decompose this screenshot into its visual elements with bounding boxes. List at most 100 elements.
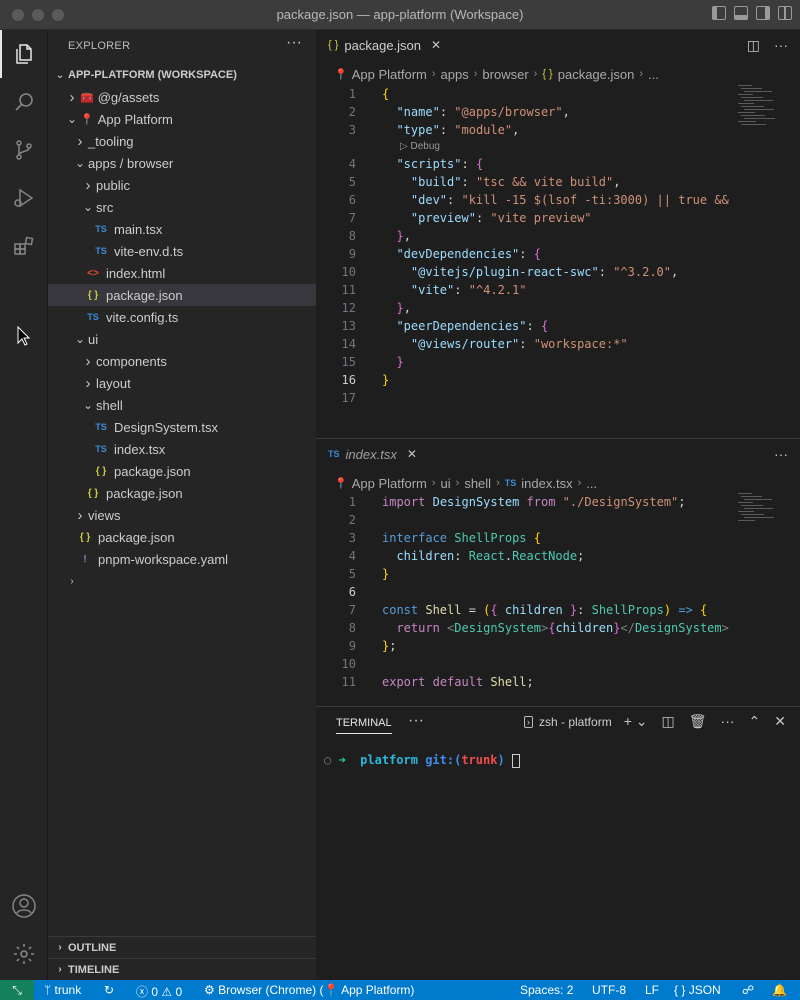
tab-index-tsx[interactable]: TS index.tsx ✕ <box>316 439 429 469</box>
extensions-icon[interactable] <box>0 222 48 270</box>
more-actions-icon[interactable]: ··· <box>774 37 788 54</box>
tree-item[interactable]: <> index.html <box>48 262 316 284</box>
close-panel-icon[interactable]: ✕ <box>774 713 786 730</box>
code-line[interactable]: 1 import DesignSystem from "./DesignSyste… <box>316 493 800 511</box>
workspace-header[interactable]: ⌄ APP-PLATFORM (WORKSPACE) <box>48 64 316 86</box>
code-line[interactable]: 2 <box>316 511 800 529</box>
indentation-status[interactable]: Spaces: 2 <box>520 983 573 997</box>
tree-item[interactable]: › views <box>48 504 316 526</box>
timeline-section[interactable]: › TIMELINE <box>48 958 316 980</box>
code-line[interactable]: 4 children: React.ReactNode; <box>316 547 800 565</box>
code-line[interactable]: 4 "scripts": { <box>316 155 800 173</box>
breadcrumb-item[interactable]: index.tsx <box>521 476 572 491</box>
breadcrumb-item[interactable]: App Platform <box>352 476 427 491</box>
code-line[interactable]: 3 interface ShellProps { <box>316 529 800 547</box>
breadcrumb-item[interactable]: ... <box>586 476 597 491</box>
tree-item[interactable]: TS main.tsx <box>48 218 316 240</box>
tree-item[interactable]: { } package.json <box>48 526 316 548</box>
code-line[interactable]: 11 export default Shell; <box>316 673 800 691</box>
close-tab-icon[interactable]: ✕ <box>431 38 441 52</box>
tree-item[interactable]: ⌄ 📍 App Platform <box>48 108 316 130</box>
tree-item[interactable]: › public <box>48 174 316 196</box>
branch-status[interactable]: ᛘ trunk <box>44 983 81 997</box>
tree-item[interactable]: › 🧰 @g/assets <box>48 86 316 108</box>
debug-status[interactable]: ⚙ Browser (Chrome) (📍 App Platform) <box>204 983 414 997</box>
notifications-bell-icon[interactable]: 🔔 <box>772 983 787 997</box>
more-actions-icon[interactable]: ··· <box>774 446 788 462</box>
code-line[interactable]: 13 "peerDependencies": { <box>316 317 800 335</box>
code-line[interactable]: 9}; <box>316 637 800 655</box>
debug-codelens[interactable]: ▷ Debug <box>400 139 440 155</box>
tree-item[interactable]: TS index.tsx <box>48 438 316 460</box>
code-line[interactable]: 8 return <DesignSystem>{children}</Desig… <box>316 619 800 637</box>
code-line[interactable]: 10 <box>316 655 800 673</box>
breadcrumb-item[interactable]: App Platform <box>352 67 427 82</box>
code-line[interactable]: 9 "devDependencies": { <box>316 245 800 263</box>
close-tab-icon[interactable]: ✕ <box>407 447 417 461</box>
code-editor-top[interactable]: 1{2 "name": "@apps/browser", 3 "type": "m… <box>316 85 800 435</box>
split-editor-icon[interactable]: ◫ <box>747 37 760 54</box>
tree-item[interactable]: { } package.json <box>48 460 316 482</box>
code-line[interactable]: 10 "@vitejs/plugin-react-swc": "^3.2.0", <box>316 263 800 281</box>
tree-item[interactable]: TS DesignSystem.tsx <box>48 416 316 438</box>
customize-layout-icon[interactable] <box>778 6 792 20</box>
split-terminal-icon[interactable]: ◫ <box>662 713 675 730</box>
code-line[interactable]: 16} <box>316 371 800 389</box>
new-terminal-icon[interactable]: + ⌄ <box>624 713 648 730</box>
encoding-status[interactable]: UTF-8 <box>592 983 626 997</box>
tree-item[interactable]: ⌄ apps / browser <box>48 152 316 174</box>
code-editor-bottom[interactable]: 1 import DesignSystem from "./DesignSyste… <box>316 493 800 703</box>
code-line[interactable]: 2 "name": "@apps/browser", <box>316 103 800 121</box>
code-line[interactable]: 1{ <box>316 85 800 103</box>
code-line[interactable]: 15 } <box>316 353 800 371</box>
feedback-icon[interactable]: ☍ <box>742 983 754 997</box>
code-line[interactable]: 8 }, <box>316 227 800 245</box>
terminal-shell-selector[interactable]: › zsh - platform <box>524 715 612 729</box>
tree-item[interactable]: ⌄ shell <box>48 394 316 416</box>
tree-item[interactable]: › components <box>48 350 316 372</box>
terminal-prompt[interactable]: ○ ➜ platform git:(trunk) <box>324 753 520 768</box>
tree-item[interactable]: ⌄ ui <box>48 328 316 350</box>
sync-icon[interactable]: ↻ <box>104 983 114 997</box>
breadcrumb-item[interactable]: ui <box>441 476 451 491</box>
tree-item[interactable]: { } package.json <box>48 482 316 504</box>
code-line[interactable]: 7 "preview": "vite preview" <box>316 209 800 227</box>
breadcrumb-item[interactable]: apps <box>441 67 469 82</box>
code-line[interactable]: 14 "@views/router": "workspace:*" <box>316 335 800 353</box>
toggle-panel-icon[interactable] <box>734 6 748 20</box>
tree-item[interactable]: ! pnpm-workspace.yaml <box>48 548 316 570</box>
breadcrumb-item[interactable]: shell <box>464 476 491 491</box>
code-line[interactable]: 17 <box>316 389 800 407</box>
panel-more-icon[interactable]: ··· <box>408 712 424 730</box>
problems-status[interactable]: ⓧ 0 ⚠ 0 <box>136 983 182 1000</box>
language-status[interactable]: { } JSON <box>674 983 721 997</box>
tree-item[interactable]: { } package.json <box>48 284 316 306</box>
outline-section[interactable]: › OUTLINE <box>48 936 316 958</box>
code-line[interactable]: 5} <box>316 565 800 583</box>
minimap[interactable] <box>738 493 800 523</box>
tree-item[interactable]: TS vite.config.ts <box>48 306 316 328</box>
code-line[interactable]: 6 "dev": "kill -15 $(lsof -ti:3000) || t… <box>316 191 800 209</box>
toggle-primary-sidebar-icon[interactable] <box>712 6 726 20</box>
breadcrumb-item[interactable]: browser <box>482 67 528 82</box>
accounts-icon[interactable] <box>0 882 48 930</box>
tab-package-json[interactable]: { } package.json ✕ <box>316 30 453 60</box>
tree-item[interactable]: › layout <box>48 372 316 394</box>
manage-gear-icon[interactable] <box>0 930 48 978</box>
code-line[interactable]: 11 "vite": "^4.2.1" <box>316 281 800 299</box>
source-control-icon[interactable] <box>0 126 48 174</box>
kill-terminal-icon[interactable]: 🗑 <box>689 713 707 730</box>
tab-terminal[interactable]: TERMINAL <box>336 717 392 734</box>
code-line[interactable]: 3 "type": "module", <box>316 121 800 139</box>
run-and-debug-icon[interactable] <box>0 174 48 222</box>
maximize-panel-icon[interactable]: ⌃ <box>749 713 761 730</box>
search-icon[interactable] <box>0 78 48 126</box>
breadcrumb-item[interactable]: ... <box>648 67 659 82</box>
more-actions-icon[interactable]: ··· <box>721 713 735 730</box>
tree-row-hidden[interactable]: › <box>48 570 316 592</box>
tree-item[interactable]: › _tooling <box>48 130 316 152</box>
tree-item[interactable]: ⌄ src <box>48 196 316 218</box>
toggle-secondary-sidebar-icon[interactable] <box>756 6 770 20</box>
code-line[interactable]: 5 "build": "tsc && vite build", <box>316 173 800 191</box>
code-line[interactable]: 12 }, <box>316 299 800 317</box>
